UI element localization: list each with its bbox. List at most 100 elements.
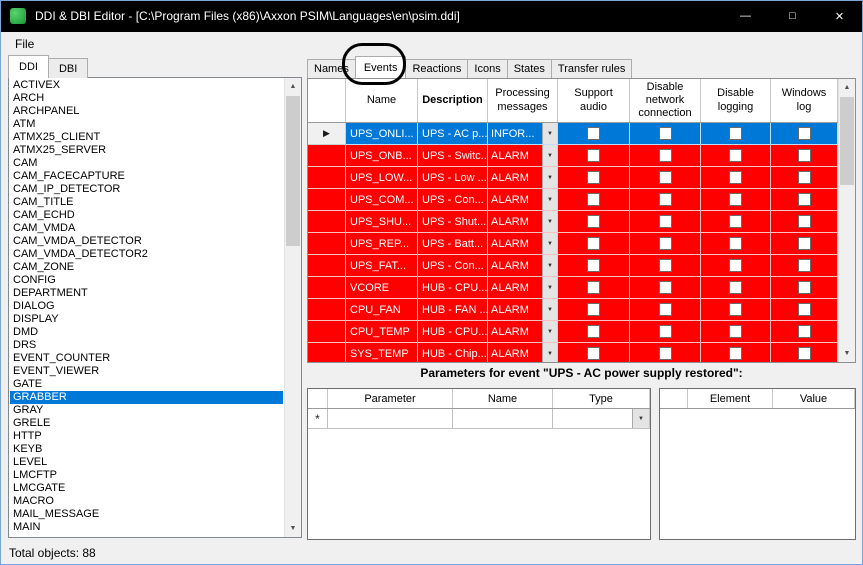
tab-transfer-rules[interactable]: Transfer rules bbox=[551, 59, 632, 78]
event-row-upsrep[interactable]: UPS_REP...UPS - Batt...ALARM▼ bbox=[308, 233, 838, 255]
cell-processing-messages[interactable]: ALARM▼ bbox=[488, 211, 558, 233]
dropdown-button[interactable]: ▼ bbox=[542, 167, 557, 188]
event-row-upsonli[interactable]: ▶UPS_ONLI...UPS - AC p...INFOR...▼ bbox=[308, 123, 838, 145]
scroll-thumb[interactable] bbox=[286, 96, 300, 246]
cell-name[interactable]: UPS_ONB... bbox=[346, 145, 418, 167]
checkbox[interactable] bbox=[729, 171, 742, 184]
checkbox[interactable] bbox=[659, 193, 672, 206]
cell-processing-messages[interactable]: ALARM▼ bbox=[488, 233, 558, 255]
checkbox[interactable] bbox=[729, 259, 742, 272]
row-selector[interactable] bbox=[308, 321, 346, 343]
dropdown-button[interactable]: ▼ bbox=[542, 255, 557, 276]
tab-ddi[interactable]: DDI bbox=[8, 55, 49, 78]
checkbox[interactable] bbox=[729, 149, 742, 162]
checkbox[interactable] bbox=[587, 171, 600, 184]
row-selector[interactable] bbox=[308, 211, 346, 233]
list-item-display[interactable]: DISPLAY bbox=[10, 313, 283, 326]
cell-description[interactable]: UPS - Batt... bbox=[418, 233, 488, 255]
list-scrollbar[interactable]: ▲ ▼ bbox=[284, 78, 301, 537]
scroll-down-icon[interactable]: ▼ bbox=[839, 345, 855, 362]
cell-processing-messages[interactable]: ALARM▼ bbox=[488, 255, 558, 277]
scroll-up-icon[interactable]: ▲ bbox=[839, 79, 855, 96]
list-item-cam_zone[interactable]: CAM_ZONE bbox=[10, 261, 283, 274]
cell-processing-messages[interactable]: ALARM▼ bbox=[488, 167, 558, 189]
checkbox[interactable] bbox=[798, 171, 811, 184]
dropdown-button[interactable]: ▼ bbox=[542, 211, 557, 232]
list-item-event_viewer[interactable]: EVENT_VIEWER bbox=[10, 365, 283, 378]
checkbox[interactable] bbox=[798, 215, 811, 228]
row-selector[interactable] bbox=[308, 189, 346, 211]
checkbox[interactable] bbox=[729, 347, 742, 360]
list-item-dialog[interactable]: DIALOG bbox=[10, 300, 283, 313]
list-item-cam_vmda_detector[interactable]: CAM_VMDA_DETECTOR bbox=[10, 235, 283, 248]
list-item-activex[interactable]: ACTIVEX bbox=[10, 79, 283, 92]
row-selector[interactable] bbox=[308, 233, 346, 255]
cell-processing-messages[interactable]: ALARM▼ bbox=[488, 145, 558, 167]
checkbox[interactable] bbox=[587, 281, 600, 294]
event-row-upscom[interactable]: UPS_COM...UPS - Con...ALARM▼ bbox=[308, 189, 838, 211]
checkbox[interactable] bbox=[798, 259, 811, 272]
list-item-cam_facecapture[interactable]: CAM_FACECAPTURE bbox=[10, 170, 283, 183]
close-button[interactable]: ✕ bbox=[816, 0, 863, 32]
header-windows-log[interactable]: Windows log bbox=[771, 79, 838, 122]
checkbox[interactable] bbox=[659, 171, 672, 184]
row-selector[interactable] bbox=[308, 255, 346, 277]
checkbox[interactable] bbox=[798, 193, 811, 206]
checkbox[interactable] bbox=[587, 237, 600, 250]
dropdown-button[interactable]: ▼ bbox=[542, 299, 557, 320]
list-item-cam_vmda[interactable]: CAM_VMDA bbox=[10, 222, 283, 235]
checkbox[interactable] bbox=[798, 347, 811, 360]
scroll-down-icon[interactable]: ▼ bbox=[285, 520, 301, 537]
dropdown-button[interactable]: ▼ bbox=[542, 321, 557, 342]
dropdown-button[interactable]: ▼ bbox=[542, 233, 557, 254]
minimize-button[interactable]: — bbox=[722, 0, 769, 32]
grid-scrollbar[interactable]: ▲ ▼ bbox=[838, 79, 855, 362]
cell-description[interactable]: HUB - Chip... bbox=[418, 343, 488, 362]
header-description[interactable]: Description bbox=[418, 79, 488, 122]
event-row-cpufan[interactable]: CPU_FANHUB - FAN ...ALARM▼ bbox=[308, 299, 838, 321]
list-item-drs[interactable]: DRS bbox=[10, 339, 283, 352]
list-item-atmx25_server[interactable]: ATMX25_SERVER bbox=[10, 144, 283, 157]
checkbox[interactable] bbox=[659, 127, 672, 140]
event-row-upslow[interactable]: UPS_LOW...UPS - Low ...ALARM▼ bbox=[308, 167, 838, 189]
list-item-lmcgate[interactable]: LMCGATE bbox=[10, 482, 283, 495]
list-item-event_counter[interactable]: EVENT_COUNTER bbox=[10, 352, 283, 365]
checkbox[interactable] bbox=[587, 303, 600, 316]
checkbox[interactable] bbox=[798, 303, 811, 316]
cell-processing-messages[interactable]: INFOR...▼ bbox=[488, 123, 558, 145]
cell-description[interactable]: HUB - CPU... bbox=[418, 321, 488, 343]
maximize-button[interactable]: □ bbox=[769, 0, 816, 32]
header-name[interactable]: Name bbox=[346, 79, 418, 122]
header-support-audio[interactable]: Support audio bbox=[558, 79, 630, 122]
cell-description[interactable]: UPS - Con... bbox=[418, 189, 488, 211]
list-item-arch[interactable]: ARCH bbox=[10, 92, 283, 105]
checkbox[interactable] bbox=[659, 303, 672, 316]
tab-icons[interactable]: Icons bbox=[467, 59, 507, 78]
checkbox[interactable] bbox=[587, 193, 600, 206]
list-item-gray[interactable]: GRAY bbox=[10, 404, 283, 417]
dropdown-button[interactable]: ▼ bbox=[542, 123, 557, 144]
list-item-atmx25_client[interactable]: ATMX25_CLIENT bbox=[10, 131, 283, 144]
cell-processing-messages[interactable]: ALARM▼ bbox=[488, 299, 558, 321]
cell-description[interactable]: UPS - Shut... bbox=[418, 211, 488, 233]
list-item-http[interactable]: HTTP bbox=[10, 430, 283, 443]
menu-file[interactable]: File bbox=[9, 35, 40, 53]
checkbox[interactable] bbox=[798, 127, 811, 140]
list-item-grele[interactable]: GRELE bbox=[10, 417, 283, 430]
cell-description[interactable]: HUB - FAN ... bbox=[418, 299, 488, 321]
checkbox[interactable] bbox=[798, 325, 811, 338]
event-row-upsshu[interactable]: UPS_SHU...UPS - Shut...ALARM▼ bbox=[308, 211, 838, 233]
row-selector[interactable] bbox=[308, 299, 346, 321]
cell-description[interactable]: HUB - CPU... bbox=[418, 277, 488, 299]
checkbox[interactable] bbox=[659, 325, 672, 338]
header-processing-messages[interactable]: Processing messages bbox=[488, 79, 558, 122]
event-row-cputemp[interactable]: CPU_TEMPHUB - CPU...ALARM▼ bbox=[308, 321, 838, 343]
checkbox[interactable] bbox=[659, 237, 672, 250]
checkbox[interactable] bbox=[729, 127, 742, 140]
list-item-dmd[interactable]: DMD bbox=[10, 326, 283, 339]
cell-name[interactable]: CPU_FAN bbox=[346, 299, 418, 321]
cell-processing-messages[interactable]: ALARM▼ bbox=[488, 277, 558, 299]
dropdown-button[interactable]: ▼ bbox=[542, 277, 557, 298]
checkbox[interactable] bbox=[729, 303, 742, 316]
checkbox[interactable] bbox=[659, 259, 672, 272]
